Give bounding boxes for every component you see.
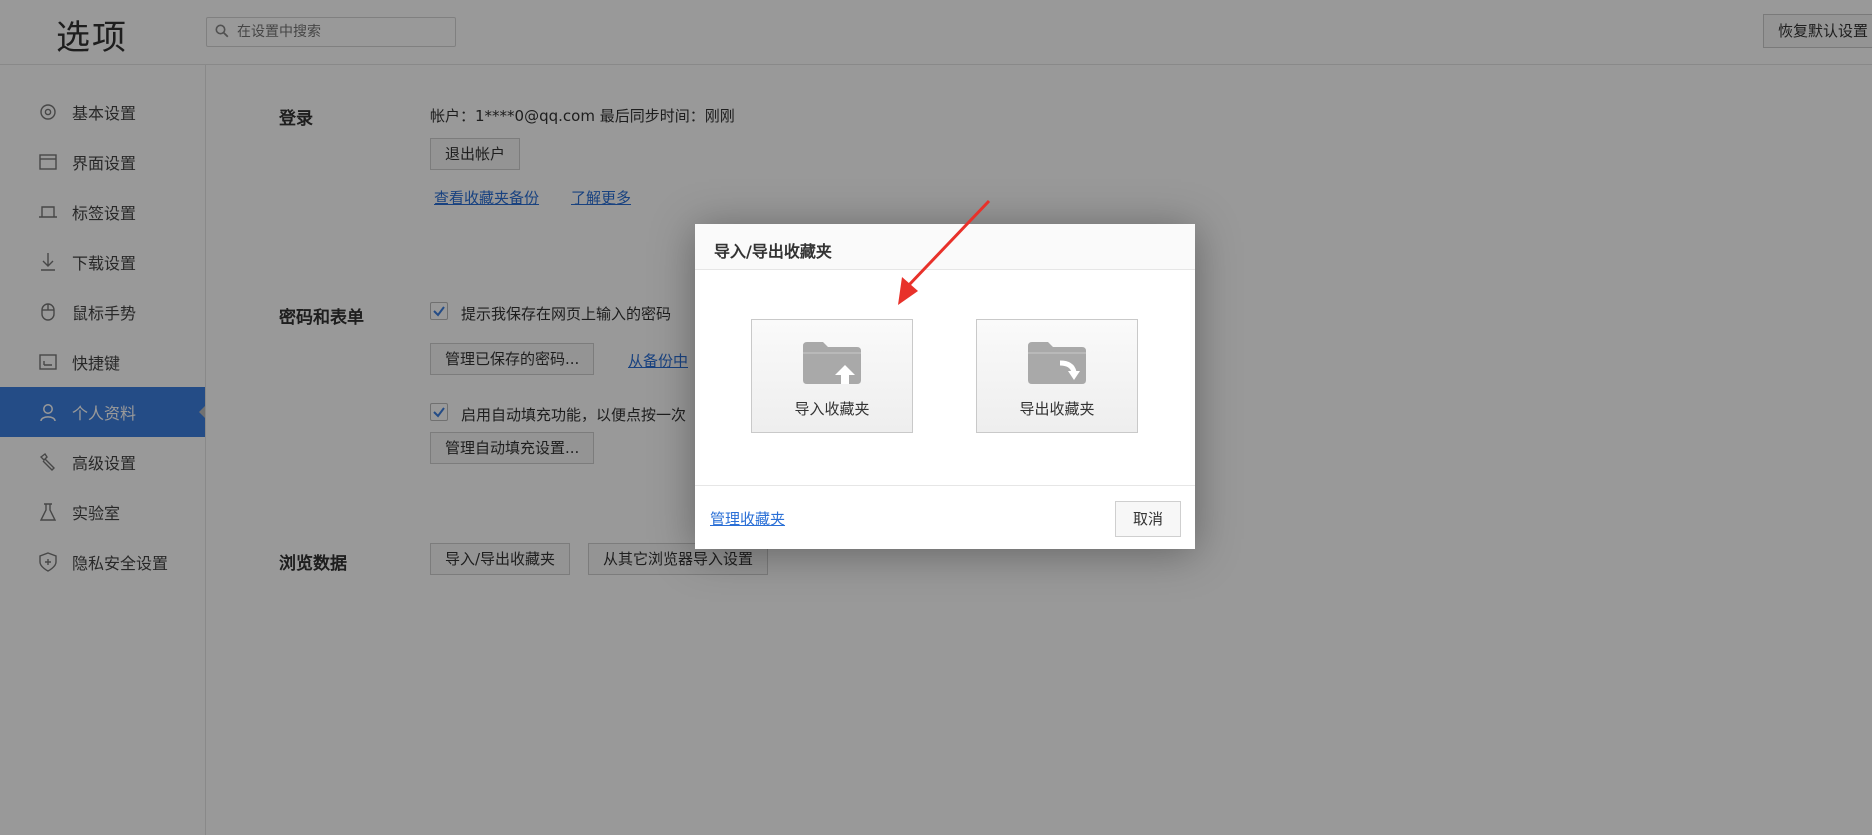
settings-window: 选项 恢复默认设置 基本设置 界面设置 标签设置 下载设置 [0,0,1872,835]
folder-export-icon [1028,342,1086,384]
dialog-title: 导入/导出收藏夹 [714,242,832,261]
folder-import-icon [803,342,861,384]
export-bookmarks-label: 导出收藏夹 [1019,400,1095,418]
export-bookmarks-button[interactable]: 导出收藏夹 [976,319,1138,433]
annotation-arrow-icon [898,199,991,305]
import-bookmarks-button[interactable]: 导入收藏夹 [751,319,913,433]
cancel-button[interactable]: 取消 [1115,501,1181,537]
manage-bookmarks-link[interactable]: 管理收藏夹 [710,508,785,529]
import-bookmarks-label: 导入收藏夹 [794,400,870,418]
dialog-footer: 管理收藏夹 取消 [695,485,1195,550]
